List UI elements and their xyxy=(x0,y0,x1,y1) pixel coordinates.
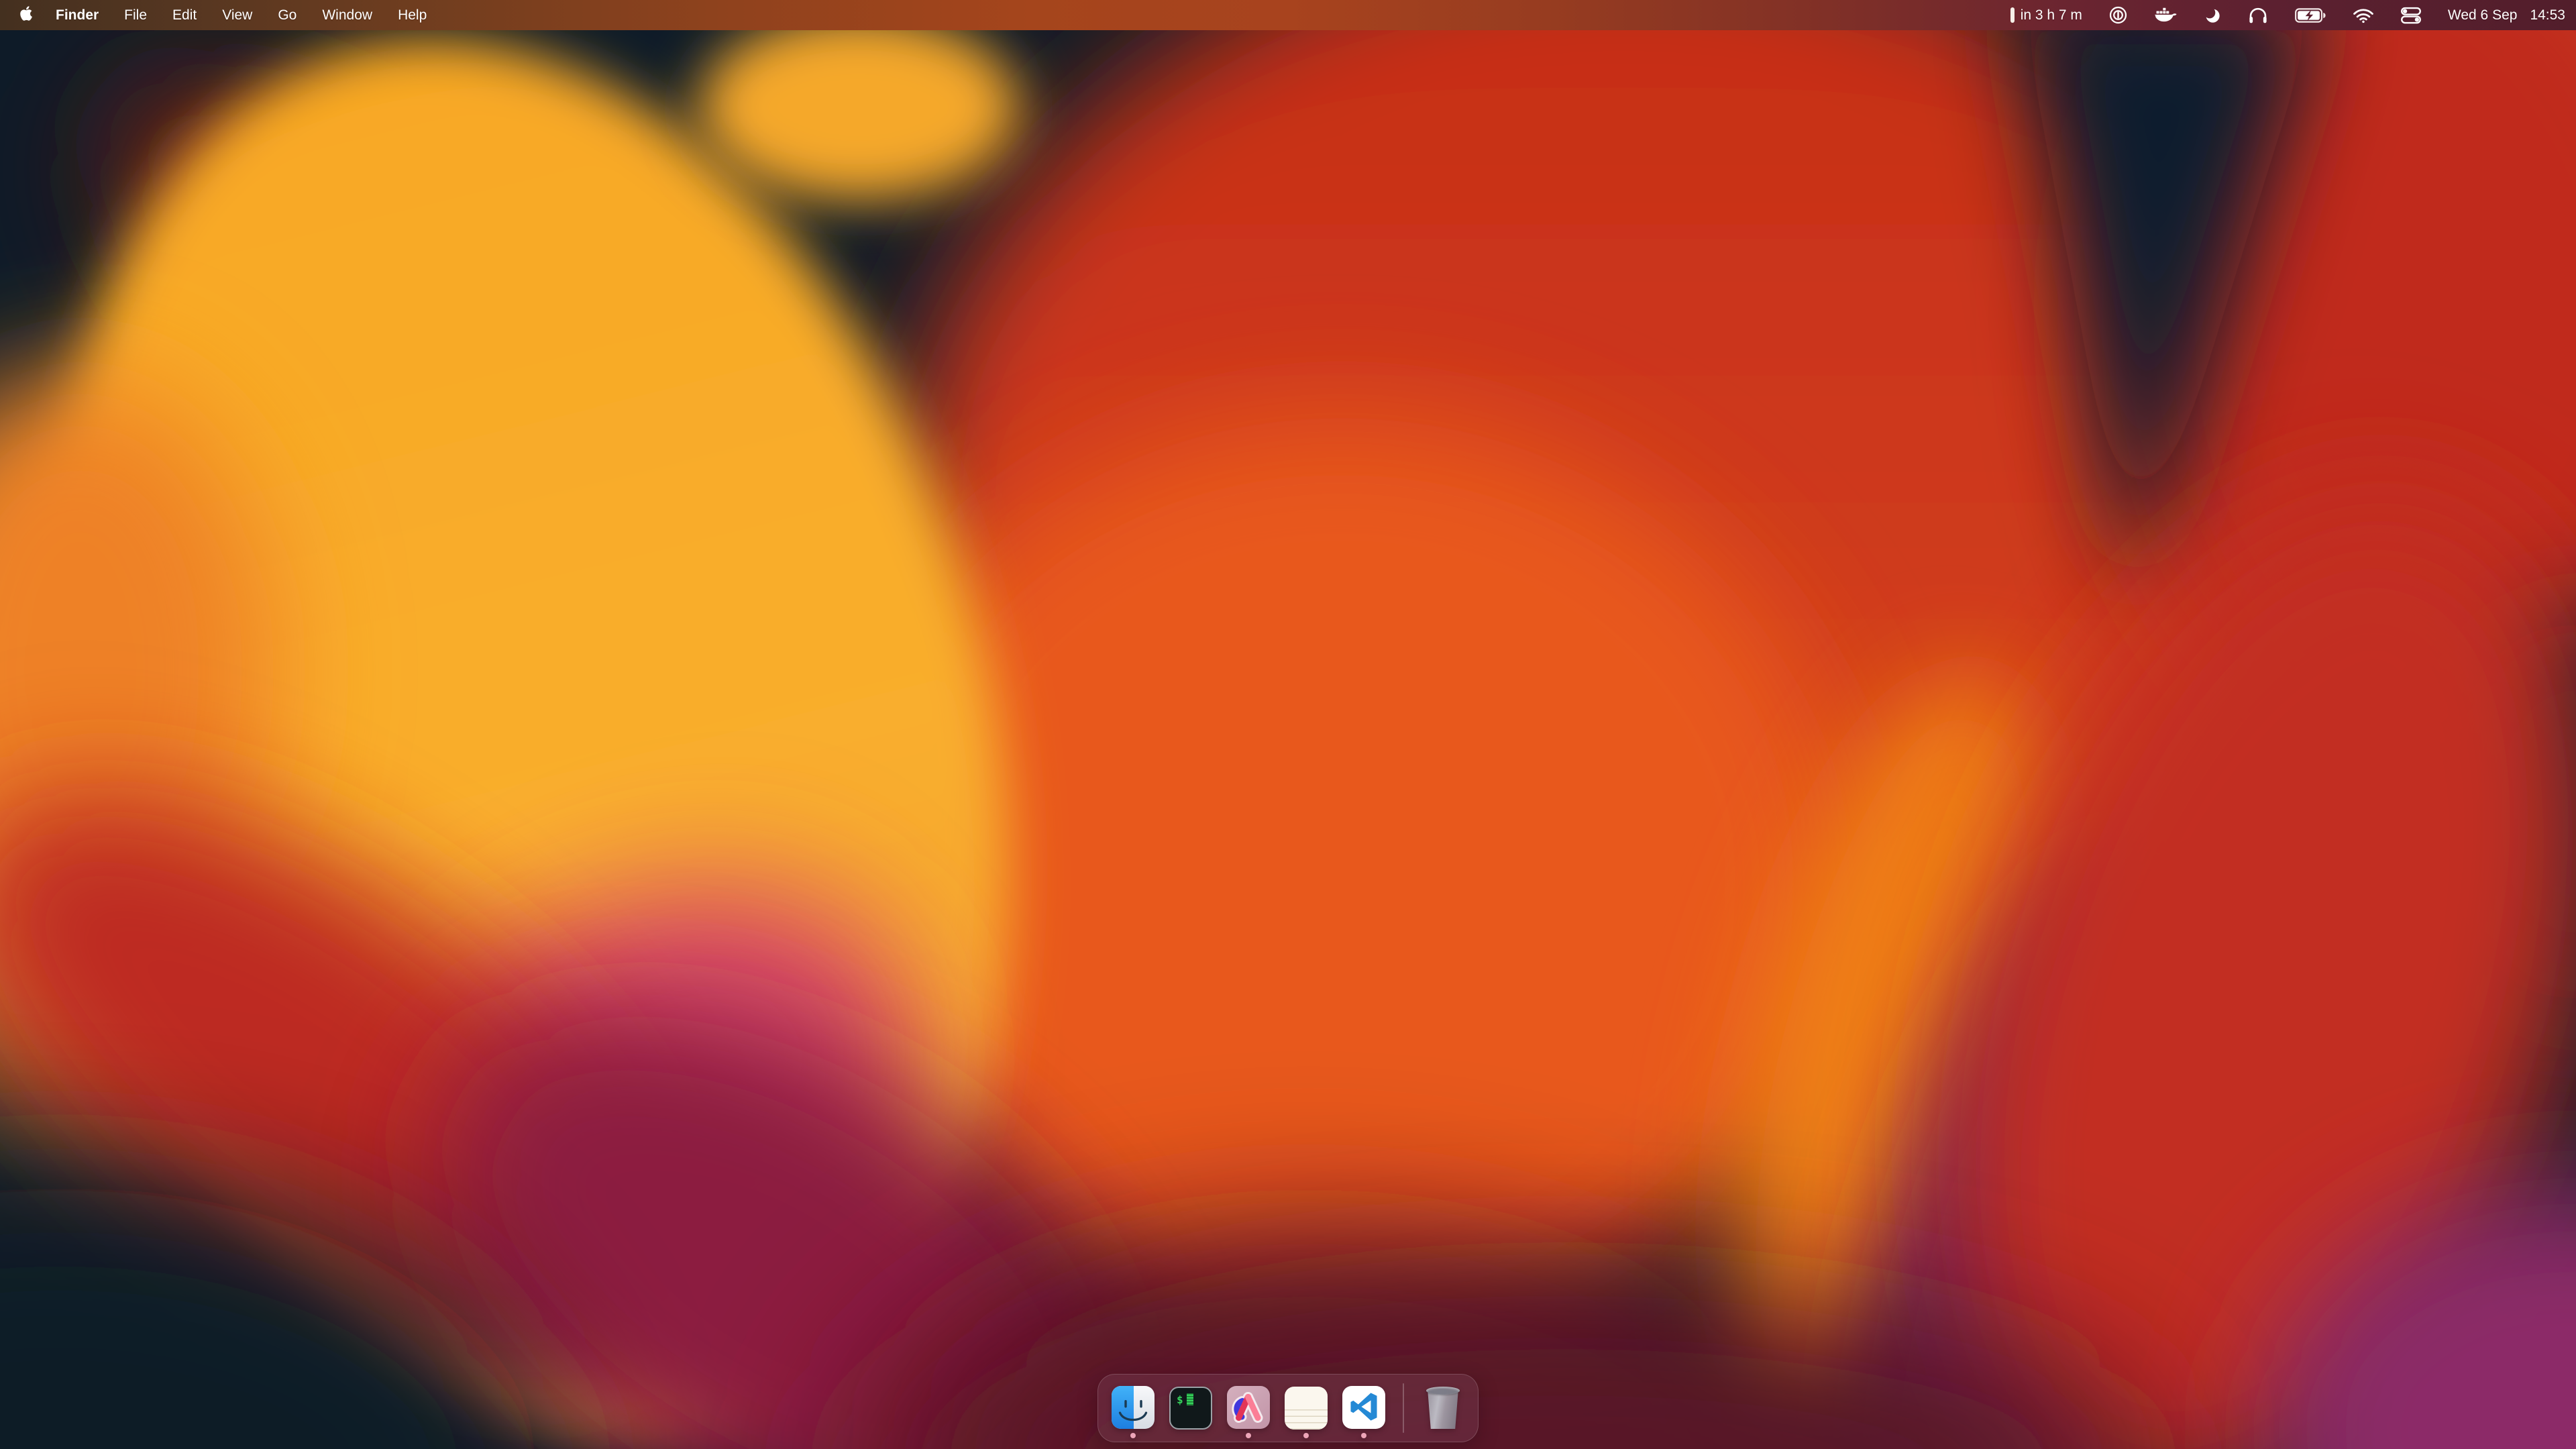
menu-clock[interactable]: Wed 6 Sep 14:53 xyxy=(2448,7,2565,23)
notes-ruled-paper xyxy=(1285,1404,1328,1430)
app-menu-finder[interactable]: Finder xyxy=(43,0,111,30)
timer-label: in 3 h 7 m xyxy=(2021,7,2082,23)
terminal-prompt: $ xyxy=(1177,1393,1183,1406)
menu-window[interactable]: Window xyxy=(309,0,385,30)
menu-bar-left: Finder File Edit View Go Window Help xyxy=(0,0,439,30)
wifi-icon[interactable] xyxy=(2353,7,2374,23)
focus-moon-icon[interactable] xyxy=(2204,7,2221,24)
status-focus-timer[interactable]: in 3 h 7 m xyxy=(2010,7,2082,23)
clock-time: 14:53 xyxy=(2530,7,2565,23)
dock-separator xyxy=(1403,1383,1404,1433)
headphones-icon[interactable] xyxy=(2248,6,2268,24)
dock-item-trash[interactable] xyxy=(1421,1387,1464,1430)
menu-file[interactable]: File xyxy=(111,0,160,30)
vscode-icon xyxy=(1342,1386,1385,1431)
arc-browser-icon xyxy=(1227,1386,1270,1431)
timer-bar-icon xyxy=(2010,7,2015,23)
apple-logo-icon xyxy=(20,5,35,26)
menu-bar-status: in 3 h 7 m xyxy=(2010,0,2576,30)
1password-icon[interactable] xyxy=(2109,6,2127,24)
desktop: Finder File Edit View Go Window Help in … xyxy=(0,0,2576,1449)
finder-icon xyxy=(1112,1386,1155,1431)
dock-item-vscode[interactable] xyxy=(1342,1387,1385,1430)
menu-help[interactable]: Help xyxy=(385,0,439,30)
notes-icon xyxy=(1285,1387,1328,1430)
dock-item-finder[interactable] xyxy=(1112,1387,1155,1430)
trash-body xyxy=(1426,1390,1460,1429)
running-indicator xyxy=(1361,1433,1366,1438)
menu-bar: Finder File Edit View Go Window Help in … xyxy=(0,0,2576,30)
dock-item-arc[interactable] xyxy=(1227,1387,1270,1430)
running-indicator xyxy=(1246,1433,1251,1438)
menu-go[interactable]: Go xyxy=(265,0,309,30)
dock-item-notes[interactable] xyxy=(1285,1387,1328,1430)
trash-rim xyxy=(1426,1387,1460,1395)
terminal-icon: $ xyxy=(1169,1387,1212,1430)
battery-charging-icon[interactable] xyxy=(2295,8,2326,23)
clock-date: Wed 6 Sep xyxy=(2448,7,2518,23)
apple-menu[interactable] xyxy=(20,0,43,30)
trash-icon xyxy=(1424,1387,1462,1430)
menu-view[interactable]: View xyxy=(209,0,265,30)
menu-edit[interactable]: Edit xyxy=(160,0,209,30)
dock: $ xyxy=(1097,1374,1479,1442)
running-indicator xyxy=(1130,1433,1136,1438)
running-indicator xyxy=(1303,1433,1309,1438)
desktop-wallpaper xyxy=(0,0,2576,1449)
terminal-cursor xyxy=(1187,1393,1193,1405)
control-center-icon[interactable] xyxy=(2401,7,2421,24)
docker-icon[interactable] xyxy=(2154,7,2177,23)
dock-item-terminal[interactable]: $ xyxy=(1169,1387,1212,1430)
